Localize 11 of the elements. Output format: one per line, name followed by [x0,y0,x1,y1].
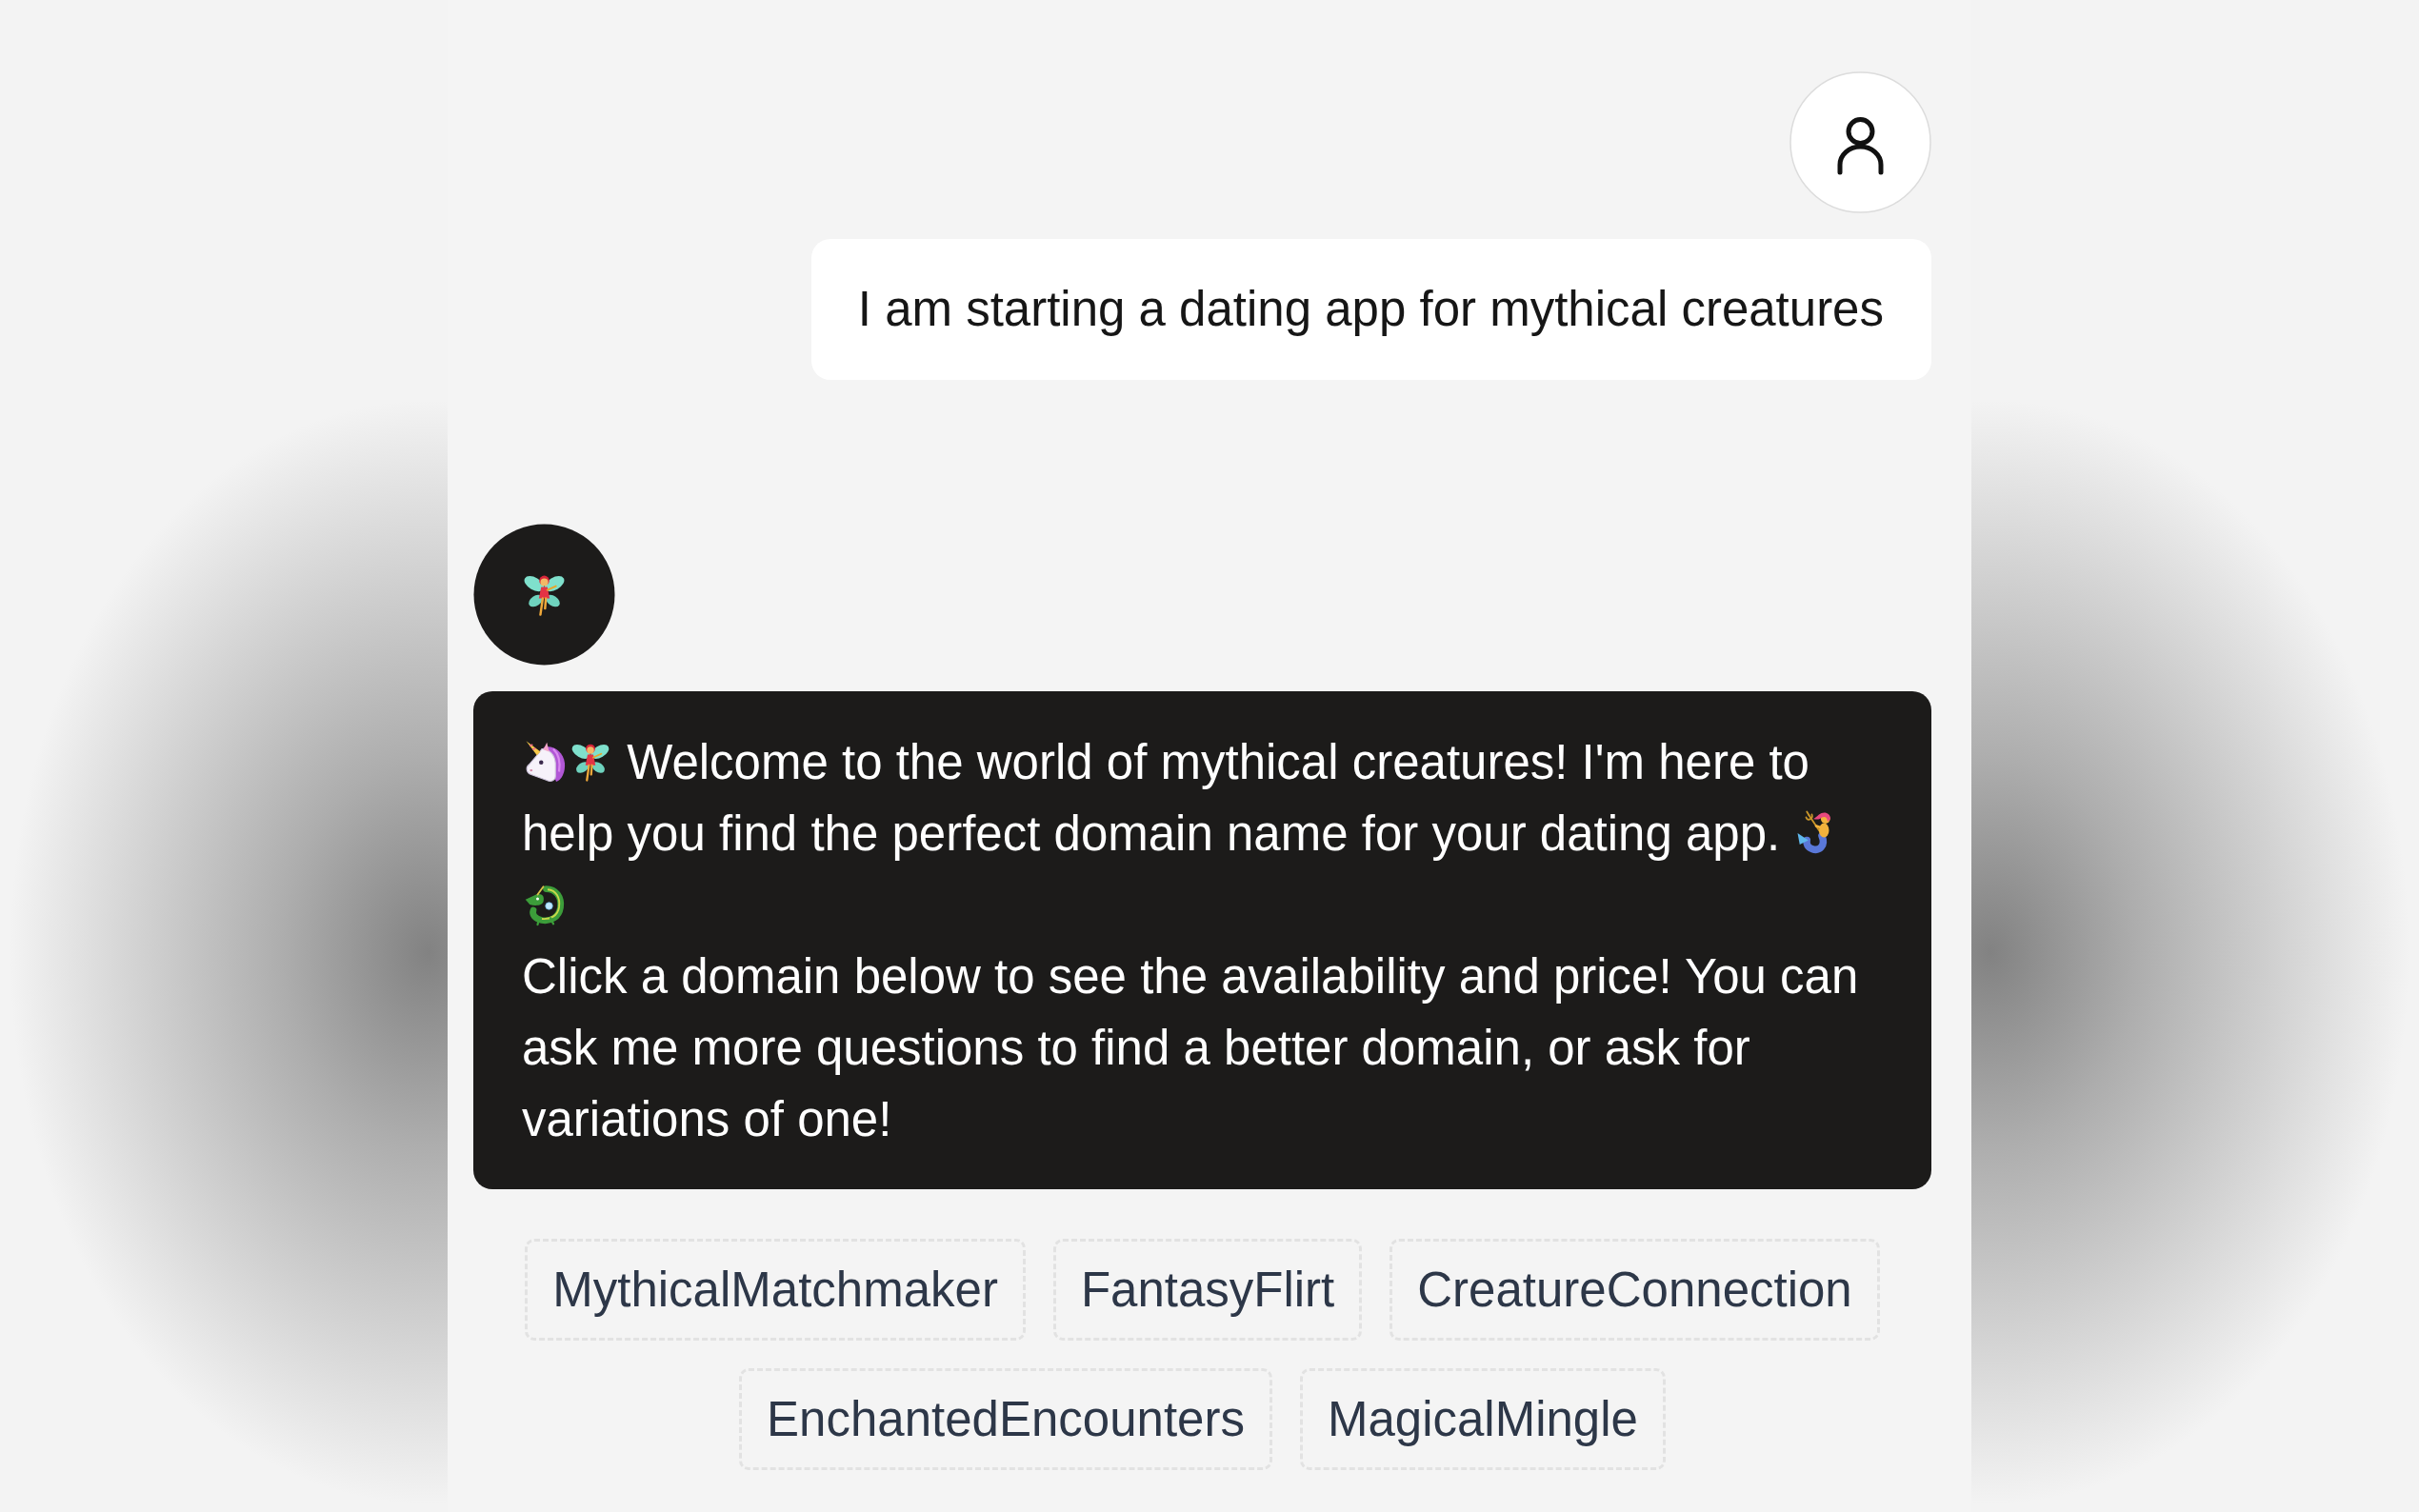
person-avatar-icon [1789,71,1931,213]
domain-button[interactable]: EnchantedEncounters [739,1368,1272,1470]
domain-button[interactable]: MagicalMingle [1299,1368,1666,1470]
fairy-avatar-icon [473,524,615,666]
greeting-text: Welcome to the world of mythical creatures! I'm here to [627,735,1809,789]
greeting-text: help you find the perfect domain name for your dating app. [522,806,1781,861]
domain-button[interactable]: MythicalMatchmaker [525,1239,1026,1341]
domain-button[interactable]: CreatureConnection [1389,1239,1880,1341]
user-message-text: I am starting a dating app for mythical creatures [857,282,1884,336]
instructions-text: Click a domain below to see the availability and price! You can ask me more questions to find a better domain, or ask for variations of one! [522,949,1859,1146]
domain-button[interactable]: FantasyFlirt [1052,1239,1363,1341]
